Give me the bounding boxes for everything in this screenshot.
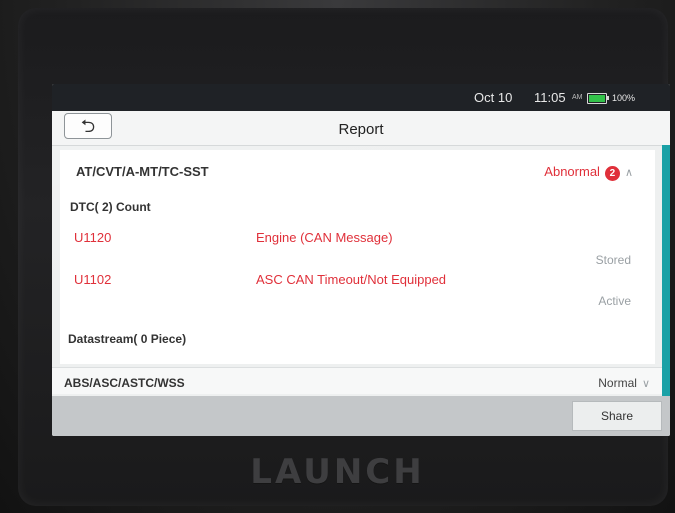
- battery-icon: [587, 93, 609, 104]
- dtc-row: U1102 ASC CAN Timeout/Not Equipped Activ…: [60, 272, 655, 308]
- share-button[interactable]: Share: [572, 401, 662, 431]
- accent-bar: [662, 145, 670, 430]
- chevron-down-icon: ∨: [641, 378, 650, 390]
- app-header: ⮌ Report: [52, 111, 670, 146]
- dtc-state: Stored: [595, 253, 631, 267]
- device-screen: Oct 10 11:05 AM 100% ⮌ Report AT/CVT/A-M…: [52, 84, 670, 436]
- footer-bar: Share: [52, 396, 670, 436]
- datastream-label[interactable]: Datastream( 0 Piece): [68, 332, 186, 346]
- dtc-count-label: DTC( 2) Count: [70, 200, 151, 214]
- device-brand-logo: LAUNCH: [250, 452, 425, 492]
- status-ampm: AM: [572, 94, 583, 101]
- dtc-description: Engine (CAN Message): [256, 230, 393, 245]
- system-row-collapsed[interactable]: ABS/ASC/ASTC/WSS Normal ∨: [52, 367, 662, 394]
- system-panel-expanded: AT/CVT/A-MT/TC-SST Abnormal 2 ∧ DTC( 2) Co…: [60, 150, 655, 364]
- status-abnormal-label: Abnormal: [544, 164, 600, 179]
- status-date: Oct 10: [474, 90, 513, 105]
- battery-percent: 100%: [612, 93, 636, 103]
- system-status-toggle[interactable]: Normal ∨: [598, 376, 650, 390]
- status-normal-label: Normal: [598, 376, 637, 390]
- status-bar: Oct 10 11:05 AM 100%: [52, 84, 670, 111]
- chevron-up-icon: ∧: [624, 167, 633, 179]
- dtc-row: U1120 Engine (CAN Message) Stored: [60, 230, 655, 267]
- page-title: Report: [338, 121, 384, 138]
- dtc-code: U1102: [74, 272, 112, 287]
- system-status-toggle[interactable]: Abnormal 2 ∧: [544, 164, 633, 181]
- status-time: 11:05: [534, 90, 566, 105]
- dtc-state: Active: [598, 294, 631, 308]
- system-name: ABS/ASC/ASTC/WSS: [64, 376, 185, 390]
- dtc-description: ASC CAN Timeout/Not Equipped: [256, 272, 447, 287]
- dtc-count-badge: 2: [604, 166, 620, 181]
- system-name[interactable]: AT/CVT/A-MT/TC-SST: [76, 164, 209, 179]
- dtc-code: U1120: [74, 230, 112, 245]
